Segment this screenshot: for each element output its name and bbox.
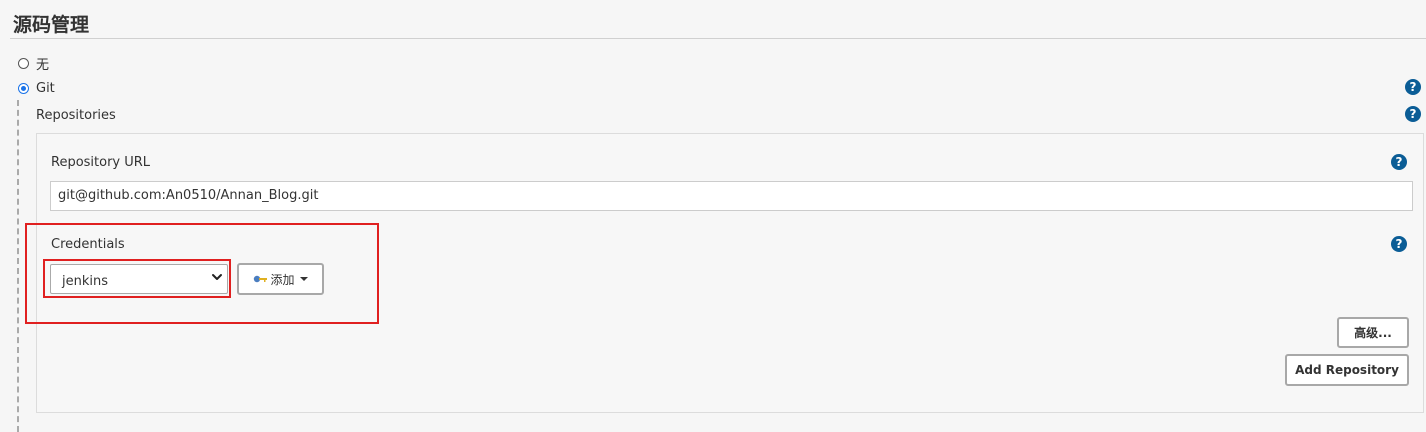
git-help-icon[interactable]: ? <box>1405 79 1421 95</box>
radio-none[interactable] <box>18 58 29 69</box>
section-title: 源码管理 <box>13 14 90 36</box>
title-divider <box>10 38 1426 39</box>
scm-option-none[interactable]: 无 <box>18 54 49 73</box>
repositories-label: Repositories <box>36 108 116 123</box>
repository-url-label: Repository URL <box>51 155 151 170</box>
scm-option-git[interactable]: Git <box>18 81 55 96</box>
credentials-select[interactable]: jenkins <box>50 264 228 294</box>
key-icon <box>254 275 268 283</box>
repository-url-input[interactable]: git@github.com:An0510/Annan_Blog.git <box>50 181 1413 211</box>
credentials-label: Credentials <box>51 237 125 252</box>
chevron-down-icon <box>212 274 222 280</box>
credentials-selected-value: jenkins <box>62 274 109 289</box>
credentials-help-icon[interactable]: ? <box>1391 236 1407 252</box>
caret-down-icon <box>299 277 308 281</box>
radio-git[interactable] <box>18 83 29 94</box>
add-credentials-button[interactable]: 添加 <box>237 263 324 295</box>
advanced-button[interactable]: 高级... <box>1337 317 1409 348</box>
repository-url-help-icon[interactable]: ? <box>1391 154 1407 170</box>
scm-option-git-label: Git <box>36 81 55 96</box>
add-credentials-label: 添加 <box>270 272 295 287</box>
add-repository-button[interactable]: Add Repository <box>1285 354 1409 386</box>
repositories-help-icon[interactable]: ? <box>1405 106 1421 122</box>
nested-config-guide <box>17 100 19 432</box>
scm-option-none-label: 无 <box>36 58 50 73</box>
